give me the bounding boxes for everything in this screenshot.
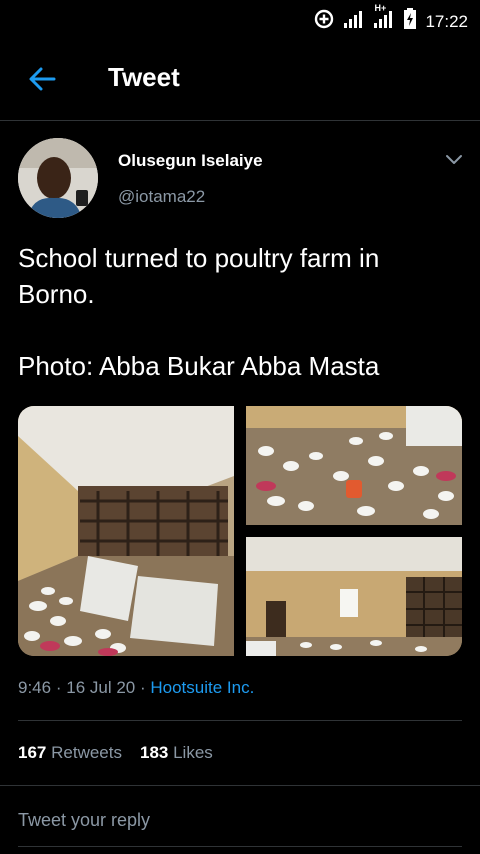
chevron-down-icon [446,155,462,164]
reply-underline [18,846,462,847]
tweet-meta: 9:46 · 16 Jul 20 · Hootsuite Inc. [18,678,254,698]
avatar[interactable] [18,138,98,218]
media-grid [18,406,462,656]
meta-separator: · [139,678,146,697]
tweet-time: 9:46 [18,678,52,697]
likes-stat[interactable]: 183 Likes [140,743,213,762]
arrow-left-icon [29,67,56,91]
retweets-count: 167 [18,743,47,762]
meta-separator: · [55,678,62,697]
photo-room-wide[interactable] [246,537,462,656]
divider [0,785,480,786]
tweet-date: 16 Jul 20 [66,678,136,697]
status-icons: H+ 17:22 [313,3,468,35]
retweets-stat[interactable]: 167 Retweets [18,743,122,762]
tweet-text-line: School turned to poultry farm in Borno. [18,243,380,309]
retweets-label: Retweets [51,743,122,762]
photo-classroom-desks[interactable] [18,406,234,656]
tweet-source-link[interactable]: Hootsuite Inc. [150,678,254,697]
clock: 17:22 [425,11,468,31]
tweet-options-button[interactable] [444,150,464,170]
back-button[interactable] [26,64,60,94]
page-title: Tweet [108,62,180,92]
author-name[interactable]: Olusegun Iselaiye [118,151,263,171]
top-bar: Tweet [0,36,480,121]
tweet-text-line: Photo: Abba Bukar Abba Masta [18,351,380,381]
status-bar: H+ 17:22 [0,0,480,36]
signal-h-plus-icon: H+ [373,3,395,34]
network-label: H+ [374,3,387,13]
engagement-stats: 167 Retweets 183 Likes [18,743,213,763]
battery-charging-icon [403,8,417,35]
likes-label: Likes [173,743,213,762]
tweet-text: School turned to poultry farm in Borno. … [18,240,458,384]
divider [18,720,462,721]
reply-input[interactable]: Tweet your reply [18,810,150,831]
signal-icon [343,9,365,34]
author-handle[interactable]: @iotama22 [118,187,205,207]
likes-count: 183 [139,743,169,762]
photo-poultry-floor[interactable] [246,406,462,525]
data-saver-icon [313,8,335,35]
